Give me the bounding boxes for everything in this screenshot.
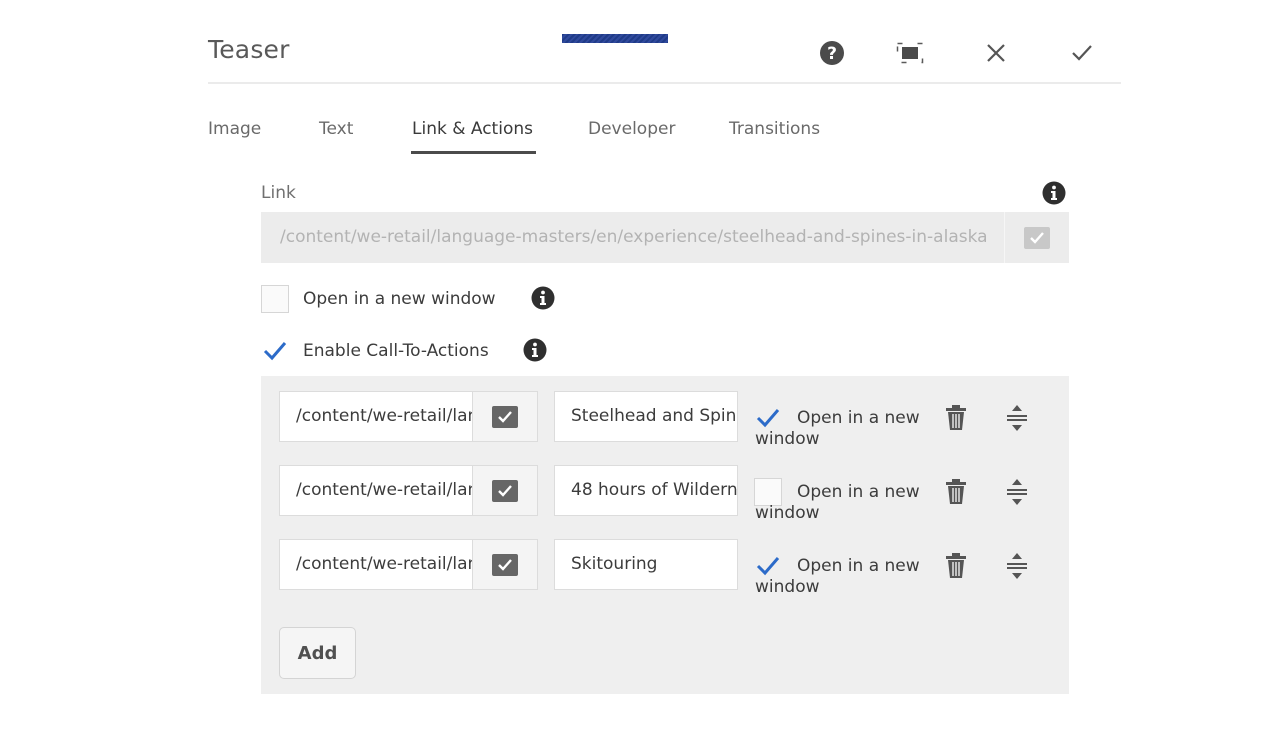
tab-developer[interactable]: Developer: [588, 119, 675, 139]
open-new-window-checkbox[interactable]: [261, 285, 289, 313]
drag-handle-icon[interactable]: [1002, 403, 1032, 433]
dialog-title: Teaser: [208, 35, 290, 64]
link-label: Link: [261, 183, 296, 203]
path-browse-icon[interactable]: [473, 391, 538, 442]
cta-new-window-label-cont: window: [755, 503, 820, 523]
cta-new-window-checkbox[interactable]: [754, 552, 782, 580]
path-browse-icon[interactable]: [473, 465, 538, 516]
cta-new-window-checkbox[interactable]: [754, 478, 782, 506]
info-icon[interactable]: [523, 338, 547, 362]
open-new-window-label: Open in a new window: [303, 289, 496, 309]
header-divider: [208, 82, 1121, 84]
add-cta-button[interactable]: Add: [279, 627, 356, 679]
cta-new-window-label-cont: window: [755, 577, 820, 597]
enable-cta-label: Enable Call-To-Actions: [303, 341, 489, 361]
cta-link-field[interactable]: /content/we-retail/language-masters/en/e…: [279, 539, 473, 590]
close-icon[interactable]: [981, 38, 1011, 68]
cta-link-field[interactable]: /content/we-retail/language-masters/en/e…: [279, 391, 473, 442]
tab-transitions[interactable]: Transitions: [729, 119, 820, 139]
cta-new-window-label: Open in a new: [797, 482, 920, 502]
help-icon[interactable]: ?: [817, 38, 847, 68]
drag-handle-icon[interactable]: [1002, 477, 1032, 507]
cta-text-field[interactable]: Steelhead and Spines in Alaska: [554, 391, 738, 442]
cta-link-field[interactable]: /content/we-retail/language-masters/en/e…: [279, 465, 473, 516]
cta-new-window-label-cont: window: [755, 429, 820, 449]
trash-icon[interactable]: [941, 477, 971, 507]
link-field[interactable]: /content/we-retail/language-masters/en/e…: [261, 212, 1004, 263]
tab-text[interactable]: Text: [319, 119, 353, 139]
trash-icon[interactable]: [941, 551, 971, 581]
trash-icon[interactable]: [941, 403, 971, 433]
tab-link-actions[interactable]: Link & Actions: [412, 119, 533, 139]
info-icon[interactable]: [1042, 181, 1066, 205]
path-browse-icon[interactable]: [473, 539, 538, 590]
info-icon[interactable]: [531, 286, 555, 310]
cta-new-window-label: Open in a new: [797, 556, 920, 576]
path-browse-icon[interactable]: [1004, 212, 1069, 263]
cta-text-field[interactable]: Skitouring: [554, 539, 738, 590]
checkmark-icon[interactable]: [1067, 38, 1097, 68]
active-tab-indicator: [411, 151, 536, 154]
cta-text-field[interactable]: 48 hours of Wilderness: [554, 465, 738, 516]
cta-new-window-checkbox[interactable]: [754, 404, 782, 432]
tab-image[interactable]: Image: [208, 119, 261, 139]
cta-new-window-label: Open in a new: [797, 408, 920, 428]
drag-handle-icon[interactable]: [1002, 551, 1032, 581]
fullscreen-icon[interactable]: [895, 38, 925, 68]
enable-cta-checkbox[interactable]: [261, 337, 289, 365]
svg-text:?: ?: [827, 44, 837, 64]
dialog-drag-handle[interactable]: [562, 34, 668, 43]
